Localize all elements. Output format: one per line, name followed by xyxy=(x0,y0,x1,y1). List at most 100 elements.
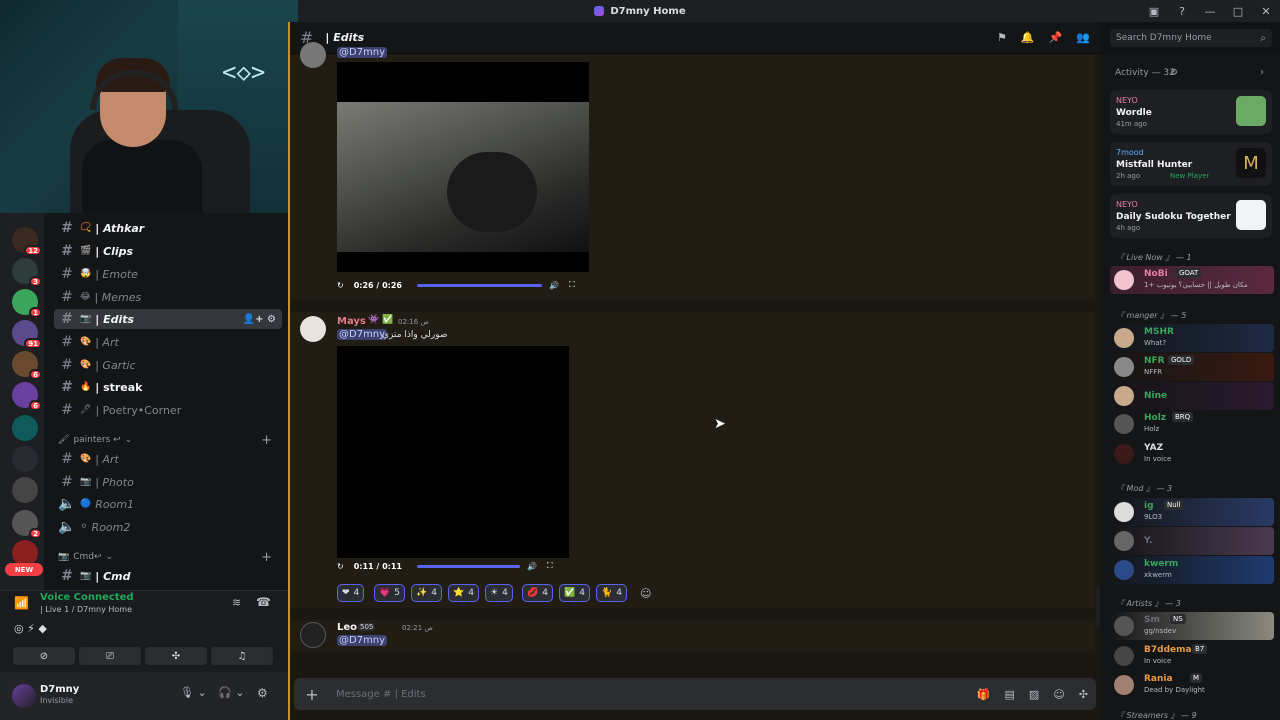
fullscreen-icon[interactable]: ⛶ xyxy=(547,561,553,571)
message-author[interactable]: Mays xyxy=(337,316,366,327)
activity-card[interactable]: 7mood Mistfall Hunter 2h ago New Player … xyxy=(1110,142,1272,186)
avatar[interactable] xyxy=(300,622,326,648)
server-icon[interactable]: 1 xyxy=(12,289,42,318)
microphone-icon[interactable]: 🎙 ⌄ xyxy=(180,686,207,699)
reaction-star[interactable]: ⭐ 4 xyxy=(448,584,479,602)
voice-status[interactable]: Voice Connected xyxy=(40,592,134,603)
voice-channel-room1[interactable]: 🔈 🔵 Room1 xyxy=(54,494,282,514)
channel-poetry-corner[interactable]: # 🖊 | Poetry•Corner xyxy=(54,400,282,420)
gif-icon[interactable]: ▤ xyxy=(1005,688,1015,701)
sticker-icon[interactable]: ▨ xyxy=(1029,688,1039,701)
headphones-toggle-icon[interactable]: 🎧 ⌄ xyxy=(218,686,244,699)
message-composer[interactable]: + Message # | Edits 🎁 ▤ ▨ ☺ ✣ xyxy=(294,678,1096,710)
gear-icon[interactable]: ⚙ xyxy=(1170,68,1178,78)
user-settings-icon[interactable]: ⚙ xyxy=(257,686,268,700)
user-mention[interactable]: @D7mny xyxy=(337,47,388,58)
screen-share-button[interactable]: ⎚ xyxy=(79,647,141,665)
pin-icon[interactable]: 📌 xyxy=(1049,31,1063,44)
message-author[interactable]: Leo xyxy=(337,622,357,633)
soundboard-button[interactable]: ♫ xyxy=(211,647,273,665)
activity-card[interactable]: NEYO Wordle 41m ago xyxy=(1110,90,1272,134)
server-icon[interactable]: 3 xyxy=(12,258,42,287)
channel-painters-art[interactable]: # 🎨 | Art xyxy=(54,449,282,469)
signal-icon[interactable]: 📶 xyxy=(14,596,29,610)
noise-suppression-icon[interactable]: ≋ xyxy=(232,596,241,609)
channel-art[interactable]: # 🎨 | Art xyxy=(54,332,282,352)
server-icon[interactable]: 12 xyxy=(12,227,42,256)
reaction-cat[interactable]: 🐈 4 xyxy=(596,584,627,602)
gift-icon[interactable]: 🎁 xyxy=(977,688,991,701)
channel-memes[interactable]: # 😂 | Memes xyxy=(54,287,282,307)
category-cmd[interactable]: 📷 Cmd↩ ⌄ + xyxy=(58,549,282,565)
member-row[interactable]: Holz BRQ Holz xyxy=(1110,410,1274,438)
channel-clips[interactable]: # 🎬 | Clips xyxy=(54,241,282,261)
emoji-icon[interactable]: ☺ xyxy=(1053,688,1064,701)
fullscreen-icon[interactable]: ⛶ xyxy=(569,280,575,290)
voice-channel-room2[interactable]: 🔈 ⚪ Room2 xyxy=(54,517,282,537)
video-progress-bar[interactable] xyxy=(417,564,520,568)
threads-icon[interactable]: ⚑ xyxy=(997,31,1007,44)
member-list-icon[interactable]: 👥 xyxy=(1076,31,1090,44)
avatar[interactable] xyxy=(12,684,36,708)
server-icon[interactable]: 6 xyxy=(12,351,42,380)
apps-icon[interactable]: ✣ xyxy=(1079,688,1088,701)
reaction-pink-heart[interactable]: 💗 5 xyxy=(374,584,405,602)
volume-icon[interactable]: 🔊 xyxy=(549,281,559,290)
add-reaction-icon[interactable]: ☺ xyxy=(640,587,651,600)
server-icon[interactable]: 91 xyxy=(12,320,42,349)
video-attachment[interactable] xyxy=(337,62,589,272)
member-row[interactable]: Y. xyxy=(1110,527,1274,555)
reaction-sparkles[interactable]: ✨ 4 xyxy=(411,584,442,602)
search-input[interactable]: Search D7mny Home ⌕ xyxy=(1110,29,1272,47)
close-button[interactable]: ✕ xyxy=(1252,0,1280,22)
server-icon[interactable]: 2 xyxy=(12,510,42,539)
avatar[interactable] xyxy=(300,316,326,342)
member-row[interactable]: MSHR What? xyxy=(1110,324,1274,352)
avatar[interactable] xyxy=(300,42,326,68)
maximize-button[interactable]: □ xyxy=(1224,0,1252,22)
member-row[interactable]: kwerm xkwerm xyxy=(1110,556,1274,584)
channel-athkar[interactable]: # 📿 | Athkar xyxy=(54,218,282,238)
channel-photo[interactable]: # 📷 | Photo xyxy=(54,472,282,492)
activities-button[interactable]: ✣ xyxy=(145,647,207,665)
reaction-sun[interactable]: ☀ 4 xyxy=(485,584,513,602)
replay-icon[interactable]: ↻ xyxy=(337,562,344,571)
add-channel-button[interactable]: + xyxy=(261,550,272,565)
member-row[interactable]: YAZ In voice xyxy=(1110,440,1274,468)
channel-settings-icon[interactable]: 👤+ ⚙ xyxy=(243,314,276,325)
user-mention[interactable]: @D7mny xyxy=(337,329,388,340)
server-icon[interactable] xyxy=(12,477,38,503)
user-mention[interactable]: @D7mny xyxy=(337,635,388,646)
reaction-check[interactable]: ✅ 4 xyxy=(559,584,590,602)
channel-streak[interactable]: # 🔥 | streak xyxy=(54,377,282,397)
member-row[interactable]: NFR GOLD NFFR xyxy=(1110,353,1274,381)
member-row[interactable]: ig Null 9LO3 xyxy=(1110,498,1274,526)
member-row[interactable]: B7ddema B7 In voice xyxy=(1110,642,1274,670)
server-icon[interactable] xyxy=(12,446,38,472)
category-painters[interactable]: 🖌 painters ↩ ⌄ + xyxy=(58,432,282,448)
activity-icon[interactable]: ◎ ⚡ ◆ xyxy=(14,622,47,635)
member-row[interactable]: NoBi GOAT مكان طويل || حسابيي؟ يوتيوب +1 xyxy=(1110,266,1274,294)
notification-bell-icon[interactable]: 🔔 xyxy=(1021,31,1035,44)
add-channel-button[interactable]: + xyxy=(261,433,272,448)
camera-off-button[interactable]: ⊘ xyxy=(13,647,75,665)
member-row[interactable]: Nine xyxy=(1110,382,1274,410)
new-badge[interactable]: NEW xyxy=(5,563,43,576)
minimize-button[interactable]: — xyxy=(1196,0,1224,22)
disconnect-icon[interactable]: ☎ xyxy=(256,595,271,609)
video-attachment[interactable] xyxy=(337,346,569,558)
volume-icon[interactable]: 🔊 xyxy=(527,562,537,571)
server-icon[interactable]: 6 xyxy=(12,382,42,411)
channel-edits[interactable]: # 📷 | Edits 👤+ ⚙ xyxy=(54,309,282,329)
channel-gartic[interactable]: # 🎨 | Gartic xyxy=(54,355,282,375)
reaction-heart[interactable]: ❤ 4 xyxy=(337,584,365,602)
inbox-icon[interactable]: ▣ xyxy=(1140,0,1168,22)
help-icon[interactable]: ? xyxy=(1168,0,1196,22)
video-progress-bar[interactable] xyxy=(417,283,542,287)
replay-icon[interactable]: ↻ xyxy=(337,281,344,290)
channel-cmd[interactable]: # 📷 | Cmd xyxy=(54,566,282,586)
member-row[interactable]: Rania M Dead by Daylight xyxy=(1110,671,1274,699)
server-icon[interactable] xyxy=(12,415,38,441)
activity-card[interactable]: NEYO Daily Sudoku Together 4h ago xyxy=(1110,194,1272,238)
chevron-right-icon[interactable]: › xyxy=(1260,67,1264,78)
